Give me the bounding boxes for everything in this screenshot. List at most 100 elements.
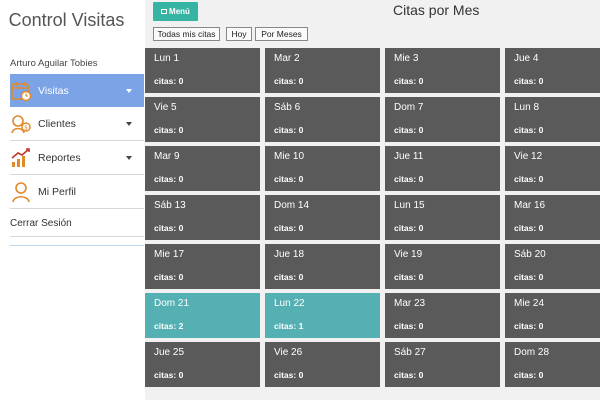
user-name: Arturo Aguilar Tobies	[10, 58, 98, 69]
sidebar-item-label: Reportes	[38, 152, 81, 164]
calendar-day-cell[interactable]: Dom 14 citas: 0	[265, 195, 380, 240]
calendar-day-cell[interactable]: Lun 15 citas: 0	[385, 195, 500, 240]
day-label: Jue 11	[394, 151, 424, 162]
calendar-day-cell[interactable]: Jue 25 citas: 0	[145, 342, 260, 387]
menu-icon	[161, 9, 168, 14]
day-label: Mie 3	[394, 53, 419, 64]
calendar-day-cell[interactable]: Jue 11 citas: 0	[385, 146, 500, 191]
day-label: Lun 1	[154, 53, 180, 64]
main-content: Menú Citas por Mes Todas mis citas Hoy P…	[145, 0, 600, 400]
sidebar-item-label: Mi Perfil	[38, 186, 76, 198]
divider	[10, 245, 144, 246]
calendar-day-cell[interactable]: Vie 12 citas: 0	[505, 146, 600, 191]
appointment-count: citas: 0	[514, 223, 544, 233]
calendar-day-cell[interactable]: Mie 17 citas: 0	[145, 244, 260, 289]
day-label: Vie 12	[514, 151, 543, 162]
appointment-count: citas: 0	[154, 174, 184, 184]
sidebar: Control Visitas Arturo Aguilar Tobies Vi…	[0, 0, 145, 400]
sidebar-item-mi-perfil[interactable]: Mi Perfil	[10, 176, 144, 209]
appointment-count: citas: 0	[394, 272, 424, 282]
filter-months-button[interactable]: Por Meses	[255, 27, 308, 41]
day-label: Sáb 20	[514, 249, 546, 260]
appointment-count: citas: 0	[394, 223, 424, 233]
appointment-count: citas: 0	[154, 125, 184, 135]
appointment-count: citas: 0	[274, 223, 304, 233]
chevron-down-icon	[126, 122, 132, 126]
appointment-count: citas: 2	[154, 321, 184, 331]
calendar-day-cell[interactable]: Vie 5 citas: 0	[145, 97, 260, 142]
day-label: Mar 9	[154, 151, 180, 162]
menu-label: Menú	[169, 7, 190, 16]
day-label: Vie 19	[394, 249, 423, 260]
calendar-day-cell[interactable]: Jue 4 citas: 0	[505, 48, 600, 93]
day-label: Sáb 27	[394, 347, 426, 358]
day-label: Mie 10	[274, 151, 305, 162]
appointment-count: citas: 0	[274, 370, 304, 380]
sidebar-item-visitas[interactable]: Visitas	[10, 74, 144, 107]
calendar-day-cell[interactable]: Vie 19 citas: 0	[385, 244, 500, 289]
day-label: Dom 28	[514, 347, 550, 358]
calendar-day-cell[interactable]: Dom 28 citas: 0	[505, 342, 600, 387]
calendar-day-cell[interactable]: Lun 22 citas: 1	[265, 293, 380, 338]
chart-icon	[10, 146, 32, 170]
calendar-day-cell[interactable]: Mie 10 citas: 0	[265, 146, 380, 191]
sidebar-item-clientes[interactable]: $ Clientes	[10, 108, 144, 141]
appointment-count: citas: 0	[274, 76, 304, 86]
calendar-day-cell[interactable]: Mar 16 citas: 0	[505, 195, 600, 240]
appointment-count: citas: 0	[274, 272, 304, 282]
svg-text:$: $	[24, 125, 28, 132]
day-label: Lun 15	[394, 200, 425, 211]
calendar-day-cell[interactable]: Sáb 6 citas: 0	[265, 97, 380, 142]
user-icon	[10, 180, 32, 204]
day-label: Dom 21	[154, 298, 190, 309]
sidebar-item-label: Clientes	[38, 118, 76, 130]
day-label: Sáb 6	[274, 102, 301, 113]
calendar-day-cell[interactable]: Lun 8 citas: 0	[505, 97, 600, 142]
appointment-count: citas: 0	[154, 76, 184, 86]
appointment-count: citas: 0	[154, 223, 184, 233]
calendar-day-cell[interactable]: Lun 1 citas: 0	[145, 48, 260, 93]
filter-all-button[interactable]: Todas mis citas	[153, 27, 220, 41]
appointment-count: citas: 0	[154, 370, 184, 380]
day-label: Lun 8	[514, 102, 540, 113]
day-label: Sáb 13	[154, 200, 186, 211]
appointment-count: citas: 0	[274, 125, 304, 135]
appointment-count: citas: 0	[514, 125, 544, 135]
chevron-down-icon	[126, 88, 132, 93]
calendar-day-cell[interactable]: Vie 26 citas: 0	[265, 342, 380, 387]
calendar-day-cell[interactable]: Jue 18 citas: 0	[265, 244, 380, 289]
calendar-day-cell[interactable]: Mar 23 citas: 0	[385, 293, 500, 338]
appointment-count: citas: 0	[154, 272, 184, 282]
day-label: Mie 24	[514, 298, 545, 309]
calendar-day-cell[interactable]: Mar 2 citas: 0	[265, 48, 380, 93]
calendar-day-cell[interactable]: Dom 7 citas: 0	[385, 97, 500, 142]
calendar-day-cell[interactable]: Dom 21 citas: 2	[145, 293, 260, 338]
menu-button[interactable]: Menú	[153, 2, 198, 21]
logout-link[interactable]: Cerrar Sesión	[10, 210, 144, 237]
appointment-count: citas: 0	[274, 174, 304, 184]
sidebar-item-reportes[interactable]: Reportes	[10, 142, 144, 175]
calendar-day-cell[interactable]: Sáb 13 citas: 0	[145, 195, 260, 240]
day-label: Jue 4	[514, 53, 539, 64]
day-label: Mar 23	[394, 298, 426, 309]
filter-today-button[interactable]: Hoy	[226, 27, 252, 41]
day-label: Mar 2	[274, 53, 300, 64]
chevron-down-icon	[126, 156, 132, 160]
day-label: Jue 25	[154, 347, 185, 358]
day-label: Dom 14	[274, 200, 310, 211]
calendar-day-cell[interactable]: Mie 24 citas: 0	[505, 293, 600, 338]
appointment-count: citas: 0	[394, 125, 424, 135]
calendar-day-cell[interactable]: Sáb 20 citas: 0	[505, 244, 600, 289]
appointment-count: citas: 0	[514, 174, 544, 184]
page-title: Citas por Mes	[393, 2, 480, 18]
calendar-day-cell[interactable]: Sáb 27 citas: 0	[385, 342, 500, 387]
day-label: Jue 18	[274, 249, 305, 260]
calendar-day-cell[interactable]: Mie 3 citas: 0	[385, 48, 500, 93]
day-label: Mar 16	[514, 200, 546, 211]
clients-icon: $	[10, 112, 32, 136]
app-title: Control Visitas	[8, 10, 125, 30]
calendar-day-cell[interactable]: Mar 9 citas: 0	[145, 146, 260, 191]
calendar-grid: Lun 1 citas: 0 Mar 2 citas: 0 Mie 3 citas: 0J…	[145, 48, 600, 400]
day-label: Mie 17	[154, 249, 185, 260]
appointment-count: citas: 0	[514, 370, 544, 380]
